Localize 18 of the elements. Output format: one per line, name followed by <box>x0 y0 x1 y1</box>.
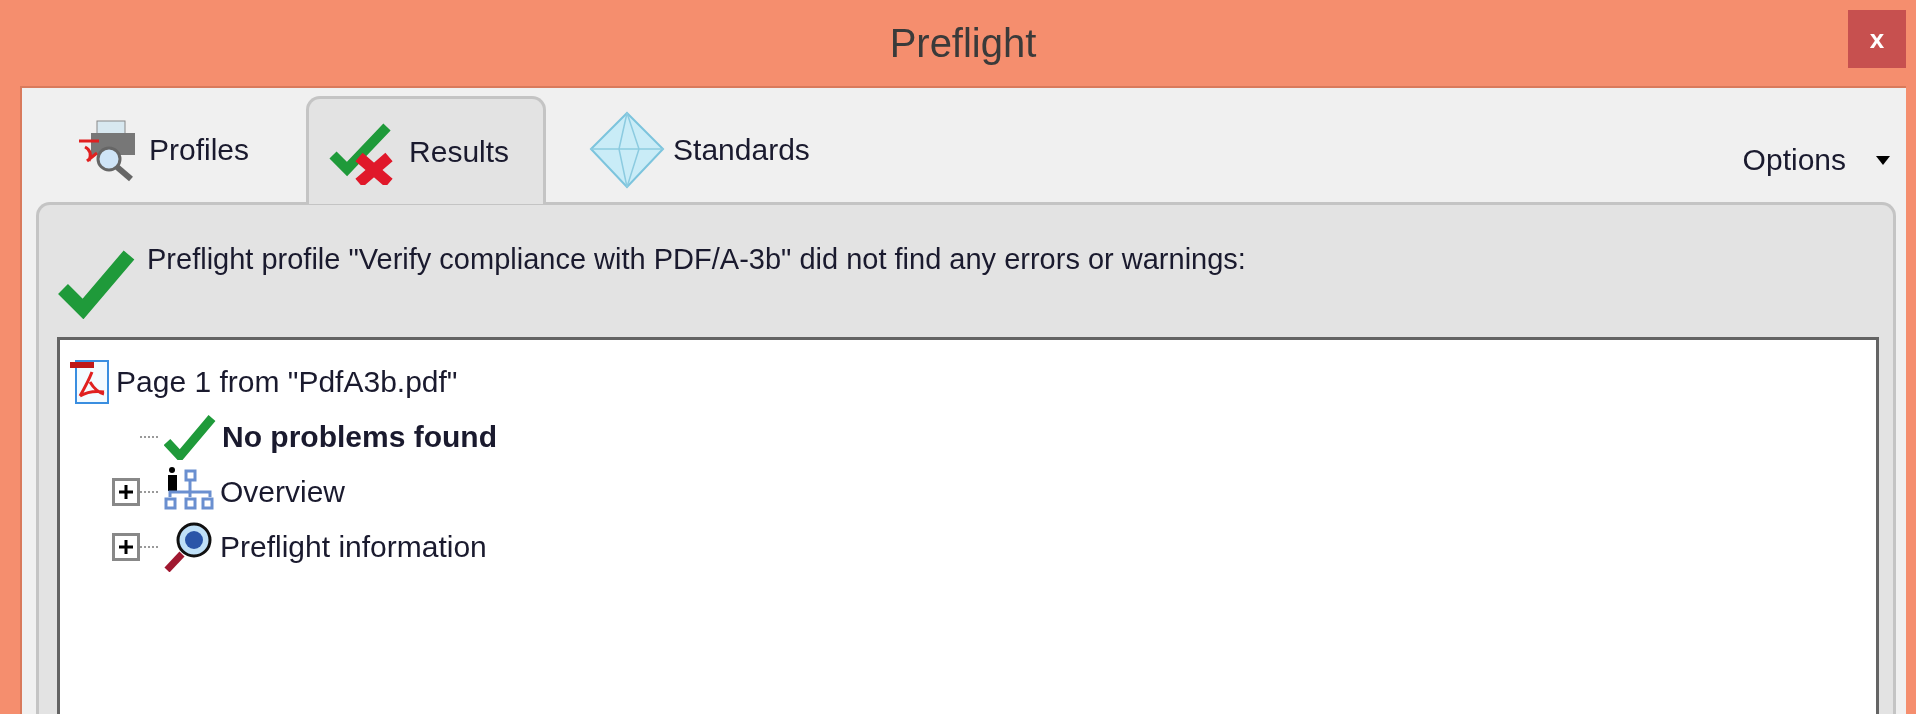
pdf-document-icon <box>70 359 110 404</box>
window-title: Preflight <box>889 20 1037 66</box>
tree-item-label[interactable]: Overview <box>220 474 346 509</box>
expander-icon[interactable] <box>112 477 140 506</box>
expander-icon[interactable] <box>112 532 140 561</box>
options-menu[interactable]: Options <box>1736 142 1896 178</box>
tree-item-label[interactable]: Preflight information <box>220 529 487 564</box>
result-message: Preflight profile "Verify compliance with PDF/A-3b" did not find any errors or warnings: <box>147 243 1246 276</box>
diamond-icon <box>589 110 666 189</box>
magnifier-icon <box>164 521 214 572</box>
tree-item-label[interactable]: Page 1 from "PdfA3b.pdf" <box>116 364 458 399</box>
close-button[interactable]: x <box>1848 10 1906 68</box>
tree-item-label[interactable]: No problems found <box>222 419 497 454</box>
check-icon <box>164 413 216 460</box>
tab[interactable]: Results <box>306 96 547 204</box>
tab[interactable]: Profiles <box>52 94 287 202</box>
dropdown-caret-icon <box>1876 155 1890 165</box>
tab[interactable]: Standards <box>566 94 847 202</box>
